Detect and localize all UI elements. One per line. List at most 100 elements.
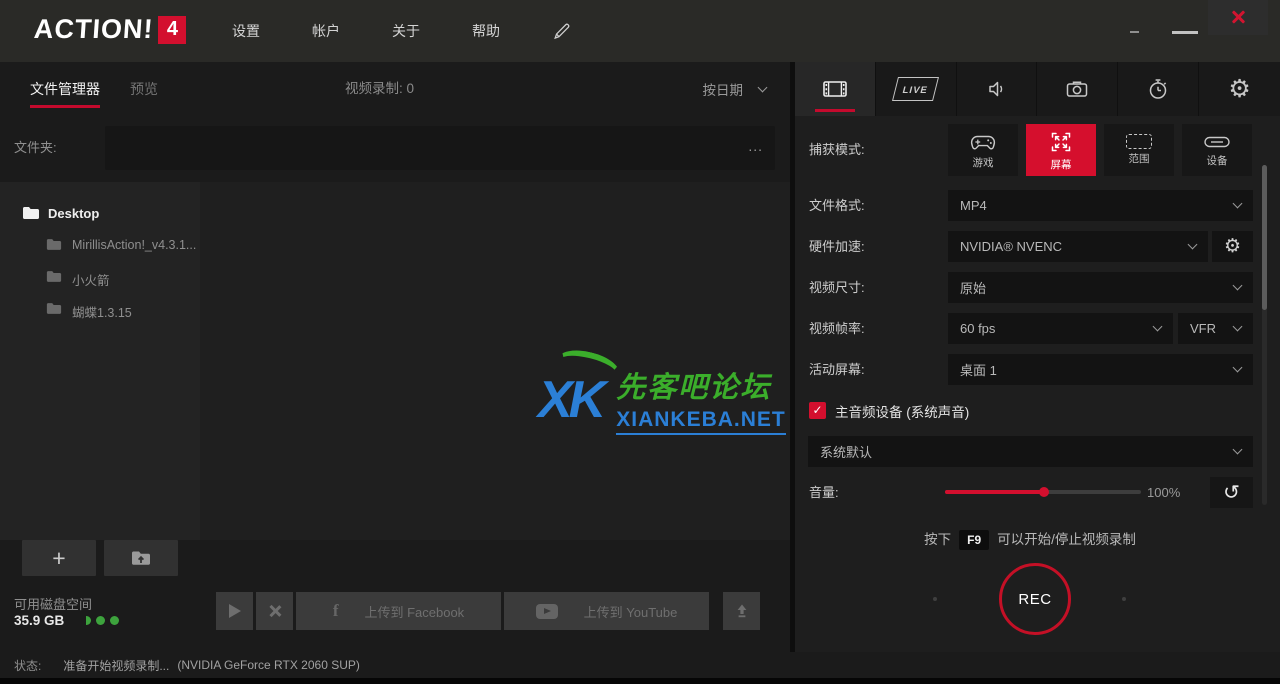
capture-mode-device[interactable]: 设备 (1182, 124, 1252, 176)
framerate-row: 视频帧率: 60 fps VFR (795, 313, 1280, 344)
tree-item-mirillis[interactable]: MirillisAction!_v4.3.1... (0, 230, 200, 262)
tree-item-hudie[interactable]: 蝴蝶1.3.15 (0, 294, 200, 326)
add-folder-button[interactable]: + (22, 540, 96, 576)
active-screen-row: 活动屏幕: 桌面 1 (795, 354, 1280, 385)
status-message: 准备开始视频录制... (63, 658, 170, 673)
hw-accel-row: 硬件加速: NVIDIA® NVENC ⚙ (795, 231, 1280, 262)
screen-capture-icon (1048, 129, 1074, 155)
menu-settings[interactable]: 设置 (232, 21, 260, 41)
bottom-strip (0, 678, 1280, 684)
hotkey-hint: 按下 F9 可以开始/停止视频录制 (795, 528, 1265, 550)
video-size-dropdown[interactable]: 原始 (948, 272, 1253, 303)
file-format-label: 文件格式: (809, 198, 865, 213)
disk-space-label: 可用磁盘空间 (14, 597, 93, 612)
tab-video-recording[interactable] (795, 62, 876, 116)
rec-side-dot-left (933, 597, 937, 601)
logo-action-text: ACTION! (32, 14, 155, 44)
play-button[interactable] (216, 592, 253, 630)
sort-by-dropdown[interactable]: 按日期 (702, 62, 768, 116)
upload-facebook-label: 上传到 Facebook (364, 604, 465, 620)
upload-facebook-button[interactable]: f 上传到 Facebook (296, 592, 501, 630)
forum-watermark: XK 先客吧论坛 XIANKEBA.NET (538, 344, 786, 435)
right-tab-bar: LIVE ⚙ (795, 62, 1280, 116)
upload-youtube-label: 上传到 YouTube (583, 604, 678, 620)
action4-window: ACTION! 4 设置 帐户 关于 帮助 文件管理器 预览 视频录制: 0 按… (0, 0, 1280, 684)
menu-help[interactable]: 帮助 (472, 21, 500, 41)
region-select-icon (1126, 134, 1152, 149)
folder-icon (46, 270, 62, 283)
tab-settings[interactable]: ⚙ (1199, 62, 1280, 116)
framerate-mode-dropdown[interactable]: VFR (1178, 313, 1253, 344)
tab-audio-recording[interactable] (957, 62, 1038, 116)
status-label: 状态: (14, 658, 42, 673)
browse-folder-button[interactable]: ... (748, 126, 763, 170)
capture-mode-region[interactable]: 范围 (1104, 124, 1174, 176)
capture-mode-game[interactable]: 游戏 (948, 124, 1018, 176)
minimize-button[interactable] (1172, 31, 1198, 34)
settings-scrollbar[interactable] (1262, 165, 1267, 505)
hint-suffix: 可以开始/停止视频录制 (997, 532, 1136, 547)
audio-device-dropdown[interactable]: 系统默认 (808, 436, 1253, 467)
status-gpu: (NVIDIA GeForce RTX 2060 SUP) (177, 658, 360, 672)
chevron-down-icon (1232, 321, 1243, 332)
chevron-down-icon (1232, 280, 1243, 291)
hw-accel-settings-button[interactable]: ⚙ (1212, 231, 1253, 262)
close-button[interactable] (1208, 0, 1268, 35)
volume-slider[interactable] (945, 487, 1141, 497)
active-screen-label: 活动屏幕: (809, 362, 865, 377)
hw-accel-label: 硬件加速: (809, 239, 865, 254)
active-screen-dropdown[interactable]: 桌面 1 (948, 354, 1253, 385)
hw-accel-dropdown[interactable]: NVIDIA® NVENC (948, 231, 1208, 262)
disk-space-value: 35.9 GB (14, 613, 65, 628)
recordings-count: 视频录制: 0 (345, 81, 415, 96)
file-manager-panel: 文件管理器 预览 视频录制: 0 按日期 文件夹: ... Desktop Mi… (0, 62, 790, 652)
tab-live-streaming[interactable]: LIVE (876, 62, 957, 116)
delete-button[interactable] (256, 592, 293, 630)
volume-value: 100% (1147, 485, 1181, 500)
folder-tree: Desktop MirillisAction!_v4.3.1... 小火箭 蝴蝶… (0, 182, 200, 540)
capture-device-icon (1202, 133, 1232, 151)
filmstrip-icon (820, 76, 850, 102)
menu-account[interactable]: 帐户 (312, 21, 340, 41)
export-button[interactable] (723, 592, 760, 630)
bottom-toolbar: f 上传到 Facebook 上传到 YouTube (216, 592, 760, 630)
folder-icon (22, 206, 40, 220)
rec-side-dot-right (1122, 597, 1126, 601)
capture-mode-screen[interactable]: 屏幕 (1026, 124, 1096, 176)
file-format-dropdown[interactable]: MP4 (948, 190, 1253, 221)
titlebar: ACTION! 4 设置 帐户 关于 帮助 (0, 0, 1280, 62)
tab-file-manager[interactable]: 文件管理器 (30, 62, 100, 116)
video-size-row: 视频尺寸: 原始 (795, 272, 1280, 303)
volume-reset-button[interactable]: ↺ (1210, 477, 1253, 508)
tab-benchmark[interactable] (1118, 62, 1200, 116)
video-size-label: 视频尺寸: (809, 280, 865, 295)
primary-audio-checkbox[interactable]: ✓ (809, 402, 826, 419)
capture-mode-label: 捕获模式: (809, 142, 865, 157)
gamepad-icon (968, 131, 998, 153)
tree-item-desktop[interactable]: Desktop (0, 198, 200, 230)
minimize-to-tray-button[interactable] (1130, 31, 1139, 33)
play-icon (228, 604, 241, 618)
folder-path-input[interactable]: ... (105, 126, 775, 170)
watermark-url: XIANKEBA.NET (616, 408, 786, 435)
recordings-list-area: XK 先客吧论坛 XIANKEBA.NET (200, 182, 790, 540)
folder-import-icon (131, 550, 151, 566)
sort-by-label: 按日期 (702, 83, 744, 98)
chevron-down-icon (1232, 362, 1243, 373)
tab-screenshots[interactable] (1037, 62, 1119, 116)
framerate-dropdown[interactable]: 60 fps (948, 313, 1173, 344)
tree-item-xiaohuojian[interactable]: 小火箭 (0, 262, 200, 294)
menu-about[interactable]: 关于 (392, 21, 420, 41)
app-logo: ACTION! 4 (32, 14, 187, 45)
import-folder-button[interactable] (104, 540, 178, 576)
f9-key-badge: F9 (959, 530, 990, 550)
pen-icon[interactable] (552, 22, 571, 41)
scrollbar-thumb[interactable] (1262, 165, 1267, 310)
tab-preview[interactable]: 预览 (130, 62, 158, 116)
volume-thumb[interactable] (1039, 487, 1049, 497)
file-format-row: 文件格式: MP4 (795, 190, 1280, 221)
watermark-title: 先客吧论坛 (616, 372, 772, 404)
upload-youtube-button[interactable]: 上传到 YouTube (504, 592, 709, 630)
chevron-down-icon (1152, 321, 1163, 332)
rec-button[interactable]: REC (999, 563, 1071, 635)
